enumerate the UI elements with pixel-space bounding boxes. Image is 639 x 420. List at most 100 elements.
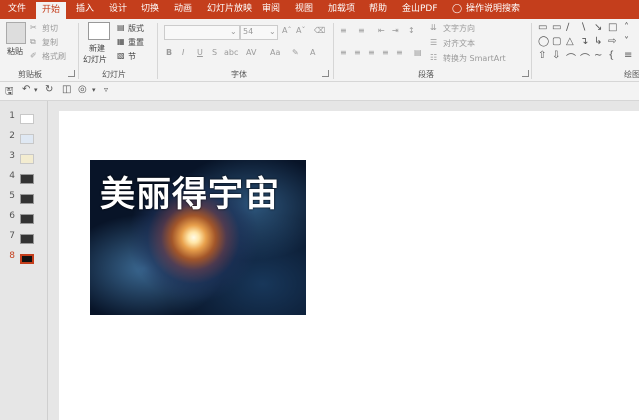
line-shape-icon[interactable]: ↘ <box>594 22 602 33</box>
decrease-font-icon[interactable]: Aˇ <box>296 26 305 35</box>
menu-insert[interactable]: 插入 <box>76 0 94 19</box>
slide-title-text[interactable]: 美丽得宇宙 <box>100 166 280 217</box>
change-case-button[interactable]: Aa <box>270 48 280 57</box>
menu-help[interactable]: 帮助 <box>369 0 387 19</box>
slide-thumbnail-active[interactable] <box>20 254 34 264</box>
line-spacing-icon[interactable]: ↕ <box>408 26 415 35</box>
section-button[interactable]: 节 <box>128 51 136 62</box>
triangle-shape-icon[interactable]: △ <box>566 36 574 47</box>
redo-icon[interactable]: ↻ <box>45 84 53 95</box>
customize-qat-icon[interactable]: ▿ <box>104 85 108 94</box>
align-text-button[interactable]: 对齐文本 <box>443 38 475 49</box>
arrow-shape-icon[interactable]: ⇧ <box>538 50 546 61</box>
copy-button[interactable]: 复制 <box>42 37 58 48</box>
font-launcher-icon[interactable] <box>322 70 329 77</box>
freeform-shape-icon[interactable]: ∼ <box>594 50 602 61</box>
paragraph-launcher-icon[interactable] <box>522 70 529 77</box>
arrow-shape-icon[interactable]: ⇩ <box>552 50 560 61</box>
chevron-down-icon[interactable]: ▾ <box>34 86 38 94</box>
underline-button[interactable]: U <box>197 48 203 57</box>
line-shape-icon[interactable]: ∕ <box>566 22 569 33</box>
menu-design[interactable]: 设计 <box>109 0 127 19</box>
menu-slideshow[interactable]: 幻灯片放映 <box>207 0 252 19</box>
increase-font-icon[interactable]: Aˆ <box>282 26 291 35</box>
menu-addins[interactable]: 加载项 <box>328 0 355 19</box>
paste-icon[interactable] <box>6 22 26 44</box>
clear-format-icon[interactable]: ⌫ <box>314 26 325 35</box>
font-family-select[interactable] <box>164 25 240 40</box>
curve-shape-icon[interactable]: ⌒ <box>580 50 590 65</box>
more-shapes-icon[interactable]: ≡ <box>624 50 632 61</box>
divider <box>78 23 79 79</box>
cut-button[interactable]: 剪切 <box>42 23 58 34</box>
align-center-icon[interactable]: ≡ <box>354 48 361 57</box>
layout-icon: ▤ <box>117 23 125 32</box>
new-slide-button[interactable]: 幻灯片 <box>83 54 107 65</box>
decrease-indent-icon[interactable]: ⇤ <box>378 26 385 35</box>
clipboard-group-label: 剪贴板 <box>18 70 42 79</box>
slide-number: 6 <box>9 211 15 221</box>
line-shape-icon[interactable]: ∖ <box>580 22 586 33</box>
bold-button[interactable]: B <box>166 48 172 57</box>
distributed-icon[interactable]: ≡ <box>396 48 403 57</box>
slide-number: 3 <box>9 151 15 161</box>
chevron-up-icon[interactable]: ˄ <box>624 22 629 33</box>
touch-mode-icon[interactable]: ◎ <box>78 84 87 95</box>
character-spacing-button[interactable]: AV <box>246 48 256 57</box>
elbow-connector-icon[interactable]: ↴ <box>580 36 588 47</box>
new-slide-icon[interactable] <box>88 22 110 40</box>
lightbulb-icon: ◯ <box>452 4 463 14</box>
rectangle-shape-icon[interactable]: ▭ <box>552 22 561 33</box>
menu-transitions[interactable]: 切换 <box>141 0 159 19</box>
slide-thumbnail[interactable] <box>20 114 34 124</box>
slide-thumbnail[interactable] <box>20 154 34 164</box>
convert-smartart-button[interactable]: 转换为 SmartArt <box>443 53 506 64</box>
strikethrough-button[interactable]: S <box>212 48 217 57</box>
elbow-connector-icon[interactable]: ↳ <box>594 36 602 47</box>
textbox-shape-icon[interactable]: ▭ <box>538 22 547 33</box>
columns-icon[interactable]: ▤ <box>414 48 422 57</box>
menu-home[interactable]: 开始 <box>36 2 67 19</box>
font-color-icon[interactable]: A <box>310 48 315 57</box>
rectangle-shape-icon[interactable]: □ <box>608 22 617 33</box>
justify-icon[interactable]: ≡ <box>382 48 389 57</box>
menu-wps-pdf[interactable]: 金山PDF <box>402 0 438 19</box>
slide-thumbnail[interactable] <box>20 174 34 184</box>
menu-view[interactable]: 视图 <box>295 0 313 19</box>
align-left-icon[interactable]: ≡ <box>340 48 347 57</box>
galaxy-image[interactable]: 美丽得宇宙 <box>90 160 306 315</box>
menu-animations[interactable]: 动画 <box>174 0 192 19</box>
chevron-down-icon[interactable]: ▾ <box>92 86 96 94</box>
slide-thumbnail[interactable] <box>20 234 34 244</box>
align-right-icon[interactable]: ≡ <box>368 48 375 57</box>
menu-file[interactable]: 文件 <box>8 0 26 19</box>
clipboard-launcher-icon[interactable] <box>68 70 75 77</box>
curve-shape-icon[interactable]: ⌒ <box>566 50 576 65</box>
bullets-icon[interactable]: ≡ <box>340 26 347 35</box>
numbering-icon[interactable]: ≡ <box>358 26 365 35</box>
layout-button[interactable]: 版式 <box>128 23 144 34</box>
chevron-down-icon[interactable]: ˅ <box>624 36 629 47</box>
text-direction-button[interactable]: 文字方向 <box>443 23 475 34</box>
tell-me-search[interactable]: 操作说明搜索 <box>466 0 520 19</box>
undo-icon[interactable]: ↶ <box>22 84 30 95</box>
arrow-shape-icon[interactable]: ⇨ <box>608 36 616 47</box>
slide-thumbnail[interactable] <box>20 194 34 204</box>
start-slideshow-icon[interactable]: ◫ <box>62 84 71 95</box>
oval-shape-icon[interactable]: ◯ <box>538 36 549 47</box>
paste-button[interactable]: 粘贴 <box>7 46 23 57</box>
highlight-color-icon[interactable]: ✎ <box>292 48 299 57</box>
rounded-rect-shape-icon[interactable]: ▢ <box>552 36 561 47</box>
format-painter-button[interactable]: 格式刷 <box>42 51 66 62</box>
slide[interactable]: 美丽得宇宙 <box>59 111 639 420</box>
increase-indent-icon[interactable]: ⇥ <box>392 26 399 35</box>
slide-thumbnail[interactable] <box>20 214 34 224</box>
italic-button[interactable]: I <box>182 48 184 57</box>
save-icon[interactable]: 🖫 <box>5 84 14 101</box>
brace-shape-icon[interactable]: { <box>608 50 614 61</box>
slide-thumbnail[interactable] <box>20 134 34 144</box>
text-shadow-button[interactable]: abc <box>224 48 238 57</box>
new-slide-label[interactable]: 新建 <box>89 43 105 54</box>
reset-button[interactable]: 重置 <box>128 37 144 48</box>
menu-review[interactable]: 审阅 <box>262 0 280 19</box>
